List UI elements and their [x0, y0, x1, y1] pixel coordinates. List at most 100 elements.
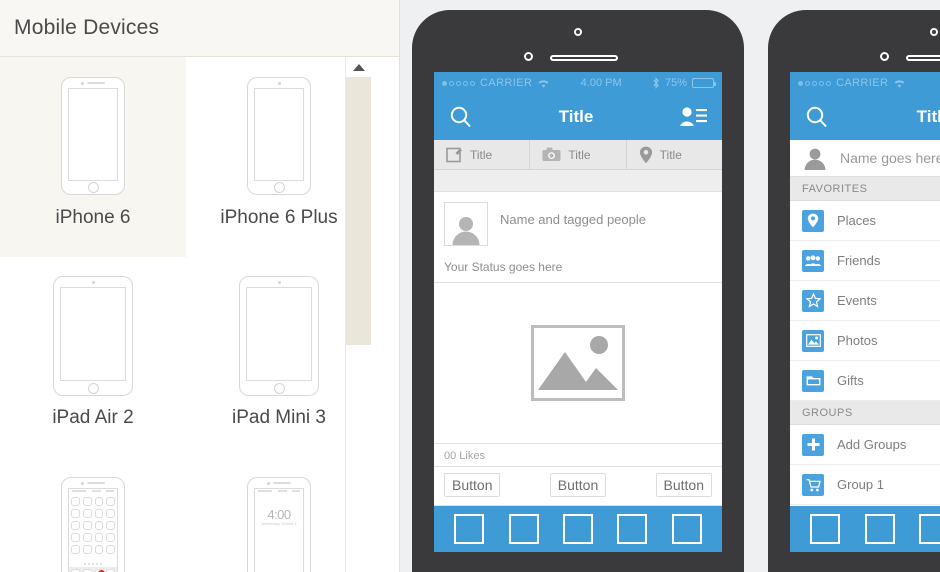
- battery-icon: [692, 78, 716, 88]
- signal-dots-icon: [442, 80, 475, 86]
- panel-header: Mobile Devices: [0, 0, 399, 57]
- proximity-sensor-icon: [574, 28, 582, 36]
- menu-item-label: Add Groups: [837, 437, 907, 453]
- menu-item-label: Friends: [837, 253, 881, 269]
- search-icon[interactable]: [804, 104, 830, 130]
- folder-icon: [802, 369, 824, 392]
- user-avatar-icon: [804, 148, 826, 171]
- section-header-favorites: FAVORITES: [790, 177, 940, 202]
- cart-icon: [802, 473, 824, 496]
- post-card: Name and tagged people Your Status goes …: [434, 192, 722, 283]
- menu-item-events[interactable]: Events: [790, 281, 940, 322]
- right-phone-frame: CARRIER 4.00 Title: [768, 10, 940, 572]
- center-phone-screen: CARRIER 4.00 PM 75% Title Title Title Ti…: [434, 72, 722, 552]
- device-item-iphone-homescreen[interactable]: [0, 457, 186, 572]
- menu-item-gifts[interactable]: Gifts: [790, 361, 940, 402]
- menu-item-label: Places: [837, 213, 877, 229]
- bluetooth-icon: [653, 77, 659, 89]
- post-actions: Button Button Button: [434, 466, 722, 506]
- scroll-up-button[interactable]: [346, 57, 372, 77]
- design-canvas: CARRIER 4.00 PM 75% Title Title Title Ti…: [400, 0, 940, 572]
- bottom-tab-2[interactable]: [508, 514, 539, 544]
- menu-item-places[interactable]: Places: [790, 201, 940, 242]
- earpiece-speaker-icon: [550, 55, 618, 61]
- proximity-sensor-icon: [930, 28, 938, 36]
- menu-profile-name: Name goes here: [840, 150, 940, 167]
- bottom-tab-2[interactable]: [864, 514, 895, 544]
- camera-icon: [542, 147, 561, 161]
- device-item-ipad-air-2[interactable]: iPad Air 2: [0, 257, 186, 457]
- plus-icon: [802, 433, 824, 456]
- device-item-iphone-6[interactable]: iPhone 6: [0, 57, 186, 257]
- menu-item-friends[interactable]: Friends: [790, 241, 940, 282]
- bottom-tab-4[interactable]: [617, 514, 648, 544]
- location-pin-icon: [639, 146, 652, 163]
- menu-item-label: Events: [837, 293, 877, 309]
- device-list-scrollbar[interactable]: [345, 57, 372, 572]
- app-root: Mobile Devices iPhone 6 iPhone 6 Plus iP…: [0, 0, 940, 572]
- nav-bar: Title: [790, 94, 940, 140]
- tab-location[interactable]: Title: [627, 140, 722, 169]
- contacts-list-icon[interactable]: [678, 105, 708, 129]
- menu-profile-header[interactable]: Name goes here: [790, 140, 940, 178]
- photos-icon: [802, 329, 824, 352]
- signal-dots-icon: [798, 80, 831, 86]
- bottom-tab-1[interactable]: [810, 514, 841, 544]
- section-header-groups: GROUPS: [790, 401, 940, 426]
- avatar: [444, 202, 488, 246]
- post-photo-area: [434, 283, 722, 444]
- menu-item-label: Gifts: [837, 373, 864, 389]
- status-bar: CARRIER 4.00: [790, 72, 940, 94]
- post-status: Your Status goes here: [444, 260, 563, 274]
- panel-right-gap: [371, 57, 399, 572]
- bottom-tab-5[interactable]: [671, 514, 702, 544]
- center-phone-frame: CARRIER 4.00 PM 75% Title Title Title Ti…: [412, 10, 744, 572]
- device-gallery: iPhone 6 iPhone 6 Plus iPad Air 2 iPad M…: [0, 57, 399, 572]
- tab-compose[interactable]: Title: [434, 140, 531, 169]
- triangle-up-icon: [353, 63, 365, 71]
- scrollbar-thumb[interactable]: [346, 77, 372, 345]
- ipad-air-2-art: [53, 271, 133, 401]
- menu-item-group-1[interactable]: Group 1: [790, 465, 940, 506]
- bottom-tab-1[interactable]: [454, 514, 485, 544]
- device-label: iPad Air 2: [52, 407, 134, 428]
- nav-title: Title: [558, 107, 594, 126]
- menu-item-photos[interactable]: Photos: [790, 321, 940, 362]
- scrollbar-track[interactable]: [346, 77, 372, 572]
- bottom-tab-bar: [434, 506, 722, 552]
- right-phone-screen: CARRIER 4.00 Title: [790, 72, 940, 552]
- post-action-button-2[interactable]: Button: [549, 473, 607, 497]
- friends-icon: [802, 249, 824, 272]
- ipad-mini-3-art: [239, 271, 319, 401]
- front-camera-icon: [524, 52, 533, 61]
- carrier-label: CARRIER: [480, 77, 533, 89]
- compose-icon: [446, 147, 462, 163]
- iphone-6-plus-art: [247, 71, 311, 201]
- image-placeholder-glyph: [538, 336, 618, 390]
- status-time: 4.00 PM: [580, 77, 622, 89]
- star-icon: [802, 289, 824, 312]
- iphone-6-art: [61, 71, 125, 201]
- post-action-button-1[interactable]: Button: [444, 473, 501, 497]
- user-avatar-icon: [452, 217, 480, 245]
- likes-count: 00 Likes: [434, 444, 722, 466]
- tab-label: Title: [659, 147, 682, 162]
- bottom-tab-3[interactable]: [562, 514, 593, 544]
- post-action-button-3[interactable]: Button: [655, 473, 712, 497]
- search-icon[interactable]: [448, 104, 474, 130]
- battery-percent: 75%: [664, 77, 687, 89]
- menu-item-add-groups[interactable]: Add Groups: [790, 425, 940, 466]
- status-bar: CARRIER 4.00 PM 75%: [434, 72, 722, 94]
- location-pin-icon: [802, 209, 824, 232]
- wifi-icon: [894, 79, 905, 88]
- bottom-tab-3[interactable]: [918, 514, 940, 544]
- tab-camera[interactable]: Title: [530, 140, 627, 169]
- menu-item-label: Group 1: [837, 477, 884, 493]
- front-camera-icon: [880, 52, 889, 61]
- carrier-label: CARRIER: [836, 77, 889, 89]
- menu-item-label: Photos: [837, 333, 878, 349]
- wifi-icon: [538, 79, 549, 88]
- page-title: Mobile Devices: [14, 16, 160, 39]
- tab-label: Title: [470, 147, 493, 162]
- tab-row: Title Title Title: [434, 140, 722, 170]
